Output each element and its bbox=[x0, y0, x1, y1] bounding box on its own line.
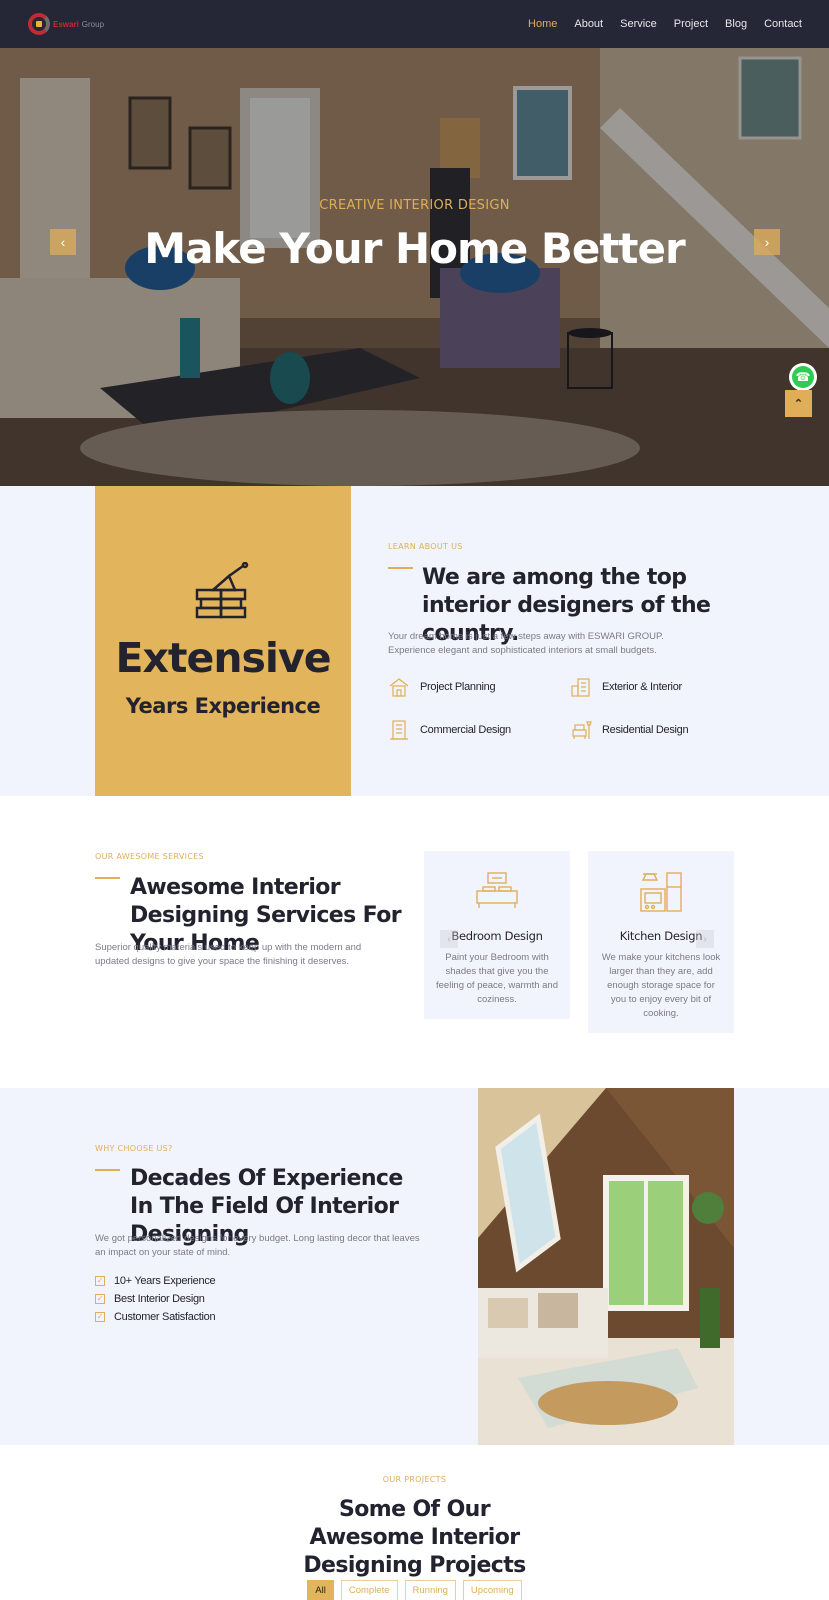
check-icon: ✓ bbox=[95, 1294, 105, 1304]
nav-home[interactable]: Home bbox=[528, 18, 557, 30]
nav-service[interactable]: Service bbox=[620, 18, 657, 30]
office-building-icon bbox=[390, 720, 408, 740]
filter-upcoming[interactable]: Upcoming bbox=[462, 1580, 522, 1600]
check-icon: ✓ bbox=[95, 1276, 105, 1286]
checklist-label: Customer Satisfaction bbox=[114, 1311, 216, 1323]
about-section: Extensive Years Experience LEARN ABOUT U… bbox=[0, 486, 829, 796]
services-eyebrow: OUR AWESOME SERVICES bbox=[95, 852, 204, 861]
scroll-to-top-button[interactable]: ⌃ bbox=[785, 390, 812, 417]
feature-label: Commercial Design bbox=[420, 724, 511, 736]
feature-residential-design: Residential Design bbox=[570, 719, 689, 741]
checklist-label: 10+ Years Experience bbox=[114, 1275, 216, 1287]
heading-accent-line bbox=[95, 1169, 120, 1171]
feature-label: Exterior & Interior bbox=[602, 681, 682, 693]
why-choose-us-section: WHY CHOOSE US? Decades Of Experience In … bbox=[0, 1088, 829, 1445]
checklist-item: ✓ Best Interior Design bbox=[95, 1293, 205, 1305]
carousel-prev-button[interactable]: ‹ bbox=[440, 930, 458, 948]
about-eyebrow: LEARN ABOUT US bbox=[388, 542, 463, 551]
project-filters: All Complete Running Upcoming bbox=[0, 1580, 829, 1600]
service-card-text: We make your kitchens look larger than t… bbox=[601, 952, 721, 1019]
experience-subtitle: Years Experience bbox=[125, 694, 321, 718]
filter-all[interactable]: All bbox=[307, 1580, 334, 1600]
filter-running[interactable]: Running bbox=[404, 1580, 456, 1600]
checklist-label: Best Interior Design bbox=[114, 1293, 205, 1305]
hero-slider: CREATIVE INTERIOR DESIGN Make Your Home … bbox=[0, 48, 829, 486]
slider-next-button[interactable]: › bbox=[754, 229, 780, 255]
why-eyebrow: WHY CHOOSE US? bbox=[95, 1144, 173, 1153]
checklist-item: ✓ 10+ Years Experience bbox=[95, 1275, 216, 1287]
feature-exterior-interior: Exterior & Interior bbox=[570, 676, 682, 698]
heading-accent-line bbox=[388, 567, 413, 569]
checklist-item: ✓ Customer Satisfaction bbox=[95, 1311, 216, 1323]
hero-subtitle: CREATIVE INTERIOR DESIGN bbox=[319, 198, 510, 213]
about-text: Your dream home is just a few steps away… bbox=[388, 631, 664, 656]
chevron-left-icon: ‹ bbox=[447, 933, 451, 945]
feature-label: Project Planning bbox=[420, 681, 496, 693]
projects-heading: Some Of Our Awesome Interior Designing P… bbox=[303, 1497, 526, 1578]
feature-label: Residential Design bbox=[602, 724, 689, 736]
chevron-right-icon: › bbox=[764, 234, 770, 250]
double-chevron-up-icon: ⌃ bbox=[793, 398, 804, 410]
brand-suffix: Group bbox=[81, 19, 105, 29]
why-text: We got personalized designs for every bu… bbox=[95, 1233, 420, 1258]
carousel-next-button[interactable]: › bbox=[696, 930, 714, 948]
whatsapp-icon: ☎ bbox=[792, 366, 814, 388]
hero-title: Make Your Home Better bbox=[144, 224, 685, 273]
brand-logo[interactable]: Eswari Group bbox=[28, 13, 104, 35]
brick-trowel-icon bbox=[195, 562, 249, 619]
feature-project-planning: Project Planning bbox=[388, 676, 496, 698]
service-card-text: Paint your Bedroom with shades that give… bbox=[436, 952, 558, 1005]
main-menu: Home About Service Project Blog Contact bbox=[528, 18, 802, 30]
filter-complete[interactable]: Complete bbox=[340, 1580, 398, 1600]
whatsapp-button[interactable]: ☎ bbox=[789, 363, 817, 391]
logo-mark-icon bbox=[28, 13, 50, 35]
armchair-lamp-icon bbox=[572, 721, 592, 739]
check-icon: ✓ bbox=[95, 1312, 105, 1322]
projects-section: OUR PROJECTS Some Of Our Awesome Interio… bbox=[0, 1445, 829, 1600]
brand-name: Eswari bbox=[53, 19, 79, 29]
chevron-right-icon: › bbox=[703, 933, 707, 945]
experience-title: Extensive bbox=[115, 634, 331, 682]
house-plan-icon bbox=[389, 678, 409, 697]
building-icon bbox=[571, 678, 590, 697]
nav-project[interactable]: Project bbox=[674, 18, 708, 30]
experience-box: Extensive Years Experience bbox=[95, 486, 351, 796]
cabin-interior-image bbox=[478, 1088, 734, 1445]
services-text: Superior quality materials used to keep … bbox=[95, 942, 362, 967]
feature-commercial-design: Commercial Design bbox=[388, 719, 511, 741]
chevron-left-icon: ‹ bbox=[60, 234, 66, 250]
services-section: OUR AWESOME SERVICES Awesome Interior De… bbox=[0, 796, 829, 1088]
nav-contact[interactable]: Contact bbox=[764, 18, 802, 30]
slider-prev-button[interactable]: ‹ bbox=[50, 229, 76, 255]
nav-about[interactable]: About bbox=[574, 18, 603, 30]
kitchen-icon bbox=[640, 872, 682, 912]
heading-accent-line bbox=[95, 877, 120, 879]
top-navbar: Eswari Group Home About Service Project B… bbox=[0, 0, 829, 48]
bed-icon bbox=[476, 872, 518, 908]
nav-blog[interactable]: Blog bbox=[725, 18, 747, 30]
projects-eyebrow: OUR PROJECTS bbox=[382, 1475, 447, 1484]
